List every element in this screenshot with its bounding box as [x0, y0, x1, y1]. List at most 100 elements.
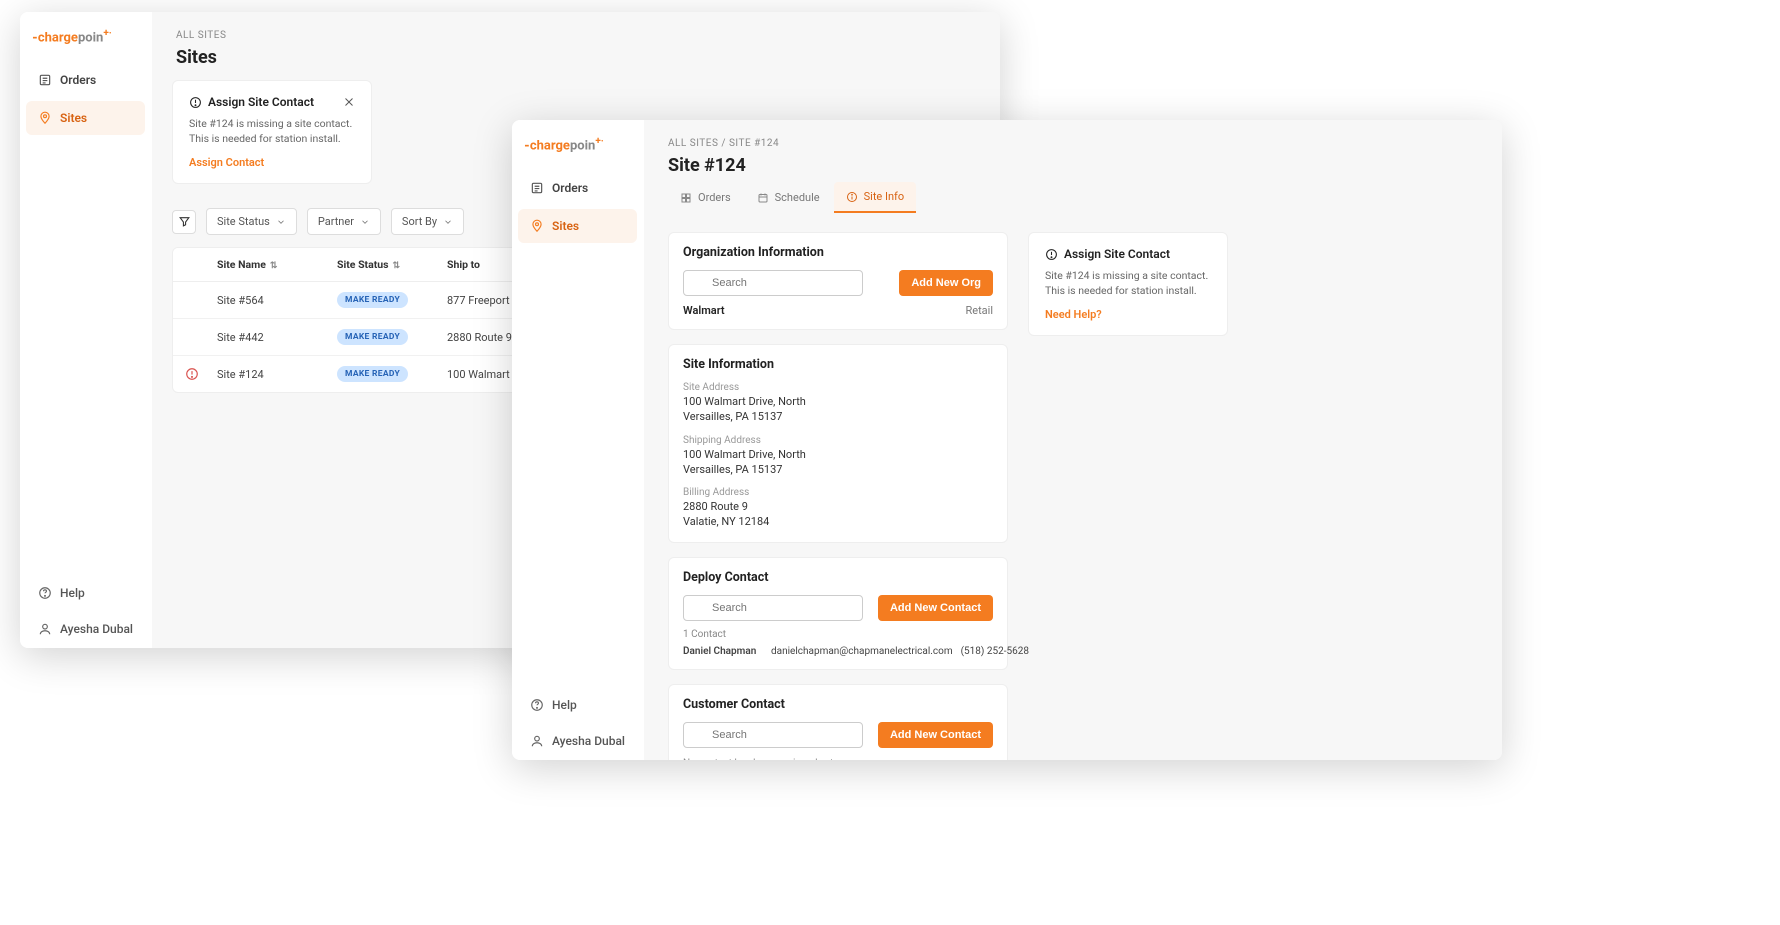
breadcrumb: ALL SITES / SITE #124: [668, 138, 1478, 149]
alert-title: Assign Site Contact: [1064, 247, 1170, 261]
org-search-wrap: [683, 270, 889, 296]
filter-sort[interactable]: Sort By: [391, 208, 464, 235]
status-badge: MAKE READY: [337, 366, 408, 382]
contact-email: danielchapman@chapmanelectrical.com: [771, 646, 953, 657]
nav-help[interactable]: Help: [518, 688, 637, 722]
chevron-down-icon: [443, 217, 453, 227]
deploy-count: 1 Contact: [683, 629, 993, 640]
nav-sites-label: Sites: [552, 219, 579, 233]
deploy-section: Deploy Contact Add New Contact 1 Contact…: [668, 557, 1008, 670]
filter-icon[interactable]: [172, 210, 196, 234]
nav-user-label: Ayesha Dubal: [552, 734, 625, 748]
nav-orders[interactable]: Orders: [26, 63, 145, 97]
add-customer-contact-button[interactable]: Add New Contact: [878, 722, 993, 748]
user-icon: [530, 734, 544, 748]
assign-contact-alert-detail: Assign Site Contact Site #124 is missing…: [1028, 232, 1228, 336]
need-help-link[interactable]: Need Help?: [1045, 308, 1211, 321]
pin-icon: [530, 219, 544, 233]
siteinfo-section: Site Information Site Address 100 Walmar…: [668, 344, 1008, 543]
nav-sites[interactable]: Sites: [26, 101, 145, 135]
warning-icon: [185, 367, 217, 381]
deploy-search-wrap: [683, 595, 868, 621]
customer-title: Customer Contact: [683, 697, 993, 712]
site-address: 100 Walmart Drive, North Versailles, PA …: [683, 395, 843, 425]
row-site-name: Site #564: [217, 294, 337, 307]
add-org-button[interactable]: Add New Org: [899, 270, 993, 296]
siteinfo-title: Site Information: [683, 357, 993, 372]
alert-body: Site #124 is missing a site contact. Thi…: [189, 117, 355, 146]
sidebar: -chargepoin+· Orders Sites Help: [512, 120, 644, 760]
row-status: MAKE READY: [337, 366, 447, 382]
org-section: Organization Information Add New Org Wal…: [668, 232, 1008, 330]
grid-icon: [680, 192, 692, 204]
nav-help-label: Help: [60, 586, 85, 600]
page-title: Site #124: [668, 155, 1478, 176]
contact-name: Daniel Chapman: [683, 646, 763, 657]
pin-icon: [38, 111, 52, 125]
sort-icon: ⇅: [393, 261, 401, 271]
col-site-status[interactable]: Site Status⇅: [337, 258, 447, 271]
customer-search-input[interactable]: [683, 722, 863, 748]
row-status: MAKE READY: [337, 292, 447, 308]
alert-body: Site #124 is missing a site contact. Thi…: [1045, 269, 1211, 298]
tab-schedule[interactable]: Schedule: [745, 182, 832, 213]
brand-logo: -chargepoin+·: [512, 132, 643, 169]
breadcrumb[interactable]: ALL SITES: [176, 30, 976, 41]
org-title: Organization Information: [683, 245, 993, 260]
site-detail-main: ALL SITES / SITE #124 Site #124 Orders S…: [644, 120, 1502, 760]
contact-phone: (518) 252-5628: [961, 646, 1037, 657]
row-site-name: Site #124: [217, 368, 337, 381]
billing-label: Billing Address: [683, 487, 993, 498]
site-address-label: Site Address: [683, 382, 993, 393]
col-site-name[interactable]: Site Name⇅: [217, 258, 337, 271]
deploy-title: Deploy Contact: [683, 570, 993, 585]
tab-orders[interactable]: Orders: [668, 182, 743, 213]
nav-help[interactable]: Help: [26, 576, 145, 610]
assign-contact-link[interactable]: Assign Contact: [189, 156, 355, 169]
info-icon: [846, 191, 858, 203]
sidebar: -chargepoin+· Orders Sites Help: [20, 12, 152, 648]
list-icon: [530, 181, 544, 195]
close-icon[interactable]: [343, 96, 355, 108]
org-search-input[interactable]: [683, 270, 863, 296]
deploy-search-input[interactable]: [683, 595, 863, 621]
nav-user[interactable]: Ayesha Dubal: [518, 724, 637, 758]
customer-search-wrap: [683, 722, 868, 748]
alert-icon: [189, 96, 202, 109]
help-icon: [38, 586, 52, 600]
filter-site-status[interactable]: Site Status: [206, 208, 297, 235]
list-icon: [38, 73, 52, 87]
customer-section: Customer Contact Add New Contact No cont…: [668, 684, 1008, 760]
calendar-icon: [757, 192, 769, 204]
user-icon: [38, 622, 52, 636]
breadcrumb-root[interactable]: ALL SITES: [668, 138, 718, 149]
add-deploy-contact-button[interactable]: Add New Contact: [878, 595, 993, 621]
org-type: Retail: [965, 304, 993, 317]
alert-title: Assign Site Contact: [208, 95, 314, 109]
nav-sites-label: Sites: [60, 111, 87, 125]
nav-orders[interactable]: Orders: [518, 171, 637, 205]
shipping-label: Shipping Address: [683, 435, 993, 446]
tab-site-info[interactable]: Site Info: [834, 182, 917, 213]
nav-sites[interactable]: Sites: [518, 209, 637, 243]
sort-icon: ⇅: [270, 261, 278, 271]
detail-content: Organization Information Add New Org Wal…: [644, 214, 1502, 760]
nav-orders-label: Orders: [60, 73, 96, 87]
chevron-down-icon: [360, 217, 370, 227]
brand-logo: -chargepoin+·: [20, 24, 151, 61]
deploy-contact-row: Daniel Chapman danielchapman@chapmanelec…: [683, 646, 993, 657]
nav-help-label: Help: [552, 698, 577, 712]
billing-address: 2880 Route 9 Valatie, NY 12184: [683, 500, 993, 530]
nav-user-label: Ayesha Dubal: [60, 622, 133, 636]
filter-partner[interactable]: Partner: [307, 208, 381, 235]
nav-user[interactable]: Ayesha Dubal: [26, 612, 145, 646]
sites-header: ALL SITES Sites: [152, 12, 1000, 80]
site-detail-window: -chargepoin+· Orders Sites Help: [512, 120, 1502, 760]
page-title: Sites: [176, 47, 976, 68]
org-name: Walmart: [683, 304, 725, 317]
status-badge: MAKE READY: [337, 329, 408, 345]
help-icon: [530, 698, 544, 712]
shipping-address: 100 Walmart Drive, North Versailles, PA …: [683, 448, 843, 478]
breadcrumb-leaf: SITE #124: [729, 138, 779, 149]
assign-contact-alert: Assign Site Contact Site #124 is missing…: [172, 80, 372, 184]
